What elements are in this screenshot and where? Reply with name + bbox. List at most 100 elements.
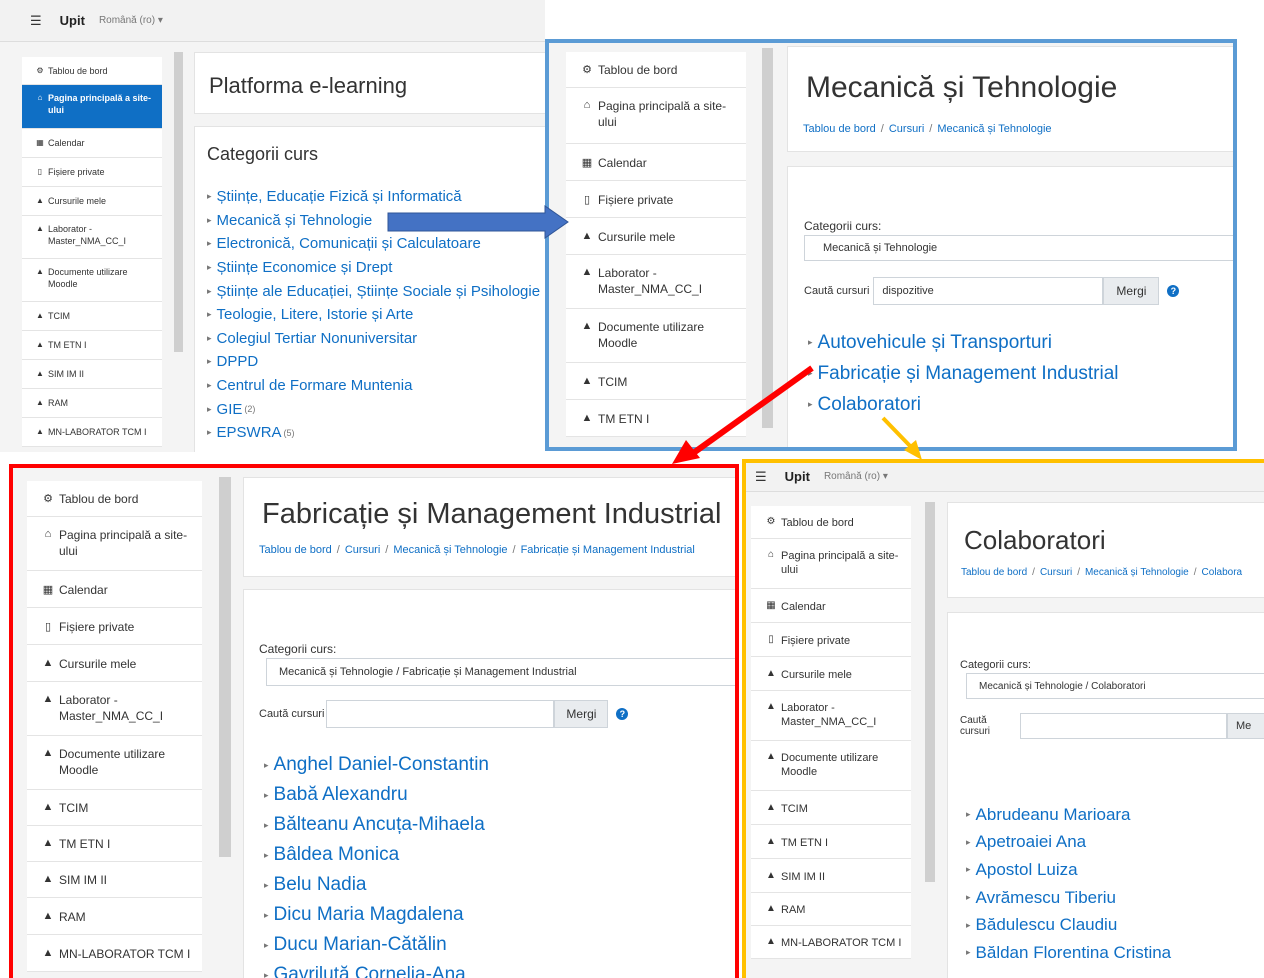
category-item[interactable]: ▸ DPPD	[207, 350, 542, 374]
sidebar-item[interactable]: ▲ Cursurile mele	[27, 645, 202, 682]
category-select[interactable]: Mecanică și Tehnologie / Fabricație și M…	[266, 658, 736, 686]
course-item[interactable]: ▸ Anghel Daniel-Constantin	[264, 750, 489, 780]
course-item[interactable]: ▸ Apetroaiei Ana	[966, 829, 1171, 857]
sidebar-item[interactable]: ▲ SIM IM II	[751, 859, 911, 893]
course-item-link[interactable]: Dicu Maria Magdalena	[274, 904, 464, 926]
course-item-link[interactable]: Apostol Luiza	[976, 860, 1078, 880]
category-item-link[interactable]: Mecanică și Tehnologie	[217, 212, 373, 229]
sidebar-item[interactable]: ▯ Fișiere private	[22, 158, 162, 187]
help-icon[interactable]: ?	[616, 708, 629, 720]
sidebar-item[interactable]: ▦ Calendar	[27, 571, 202, 608]
search-go-button[interactable]: Mergi	[1103, 277, 1160, 305]
subcategory-item-link[interactable]: Autovehicule și Transporturi	[818, 332, 1052, 354]
course-item-link[interactable]: Anghel Daniel-Constantin	[274, 754, 489, 776]
sidebar-item[interactable]: ▲ Laborator - Master_NMA_CC_I	[751, 691, 911, 741]
brand[interactable]: Upit	[60, 13, 85, 28]
hamburger-icon[interactable]: ☰	[30, 13, 42, 29]
sidebar-item[interactable]: ⚙ Tablou de bord	[27, 481, 202, 517]
breadcrumb-link[interactable]: Tablou de bord	[961, 567, 1027, 578]
sidebar-item[interactable]: ▦ Calendar	[751, 589, 911, 623]
sidebar-item[interactable]: ▯ Fișiere private	[751, 623, 911, 657]
sidebar-item[interactable]: ▲ TM ETN I	[751, 825, 911, 859]
sidebar-item[interactable]: ▲ TM ETN I	[566, 400, 746, 437]
category-item[interactable]: ▸ Științe Economice și Drept	[207, 256, 542, 280]
course-item[interactable]: ▸ Băldan Florentina Cristina	[966, 939, 1171, 967]
course-item[interactable]: ▸ Dicu Maria Magdalena	[264, 900, 489, 930]
breadcrumb-link[interactable]: Mecanică și Tehnologie	[393, 544, 507, 556]
course-item[interactable]: ▸ Bălteanu Ancuța-Mihaela	[264, 810, 489, 840]
course-item-link[interactable]: Gavriluță Cornelia-Ana	[274, 964, 466, 978]
category-item[interactable]: ▸ Teologie, Litere, Istorie și Arte	[207, 303, 542, 327]
sidebar-item[interactable]: ▯ Fișiere private	[566, 181, 746, 218]
language-menu[interactable]: Română (ro) ▾	[99, 15, 163, 26]
sidebar-item[interactable]: ▲ TCIM	[22, 302, 162, 331]
category-select[interactable]: Mecanică și Tehnologie / Colaboratori	[966, 673, 1264, 699]
course-item-link[interactable]: Ducu Marian-Cătălin	[274, 934, 447, 956]
category-item[interactable]: ▸ Științe, Educație Fizică și Informatică	[207, 185, 542, 209]
category-item-link[interactable]: Științe, Educație Fizică și Informatică	[217, 188, 462, 205]
course-item[interactable]: ▸ Babă Alexandru	[264, 780, 489, 810]
breadcrumb-link[interactable]: Mecanică și Tehnologie	[1085, 567, 1189, 578]
course-item-link[interactable]: Băldan Florentina Cristina	[976, 943, 1172, 963]
course-item-link[interactable]: Apetroaiei Ana	[976, 832, 1087, 852]
course-item-link[interactable]: Belu Nadia	[274, 874, 367, 896]
sidebar-item[interactable]: ⚙ Tablou de bord	[566, 52, 746, 88]
subcategory-item[interactable]: ▸ Colaboratori	[808, 389, 1119, 420]
sidebar-item[interactable]: ▲ SIM IM II	[27, 862, 202, 898]
sidebar-item[interactable]: ⚙ Tablou de bord	[751, 506, 911, 539]
sidebar-item[interactable]: ▲ RAM	[751, 893, 911, 926]
category-item-link[interactable]: Centrul de Formare Muntenia	[217, 377, 413, 394]
sidebar-item[interactable]: ▲ Laborator - Master_NMA_CC_I	[27, 682, 202, 736]
subcategory-item-link[interactable]: Fabricație și Management Industrial	[818, 363, 1119, 385]
breadcrumb-link[interactable]: Tablou de bord	[803, 123, 876, 135]
category-item-link[interactable]: Electronică, Comunicații și Calculatoare	[217, 235, 481, 252]
category-item[interactable]: ▸ Mecanică și Tehnologie	[207, 209, 542, 233]
category-item[interactable]: ▸ GIE (2)	[207, 397, 542, 421]
category-item-link[interactable]: Științe Economice și Drept	[217, 259, 393, 276]
course-item-link[interactable]: Bălteanu Ancuța-Mihaela	[274, 814, 485, 836]
sidebar-item[interactable]: ▲ Documente utilizare Moodle	[22, 259, 162, 302]
sidebar-item[interactable]: ▲ MN-LABORATOR TCM I	[22, 418, 162, 447]
category-item[interactable]: ▸ Centrul de Formare Muntenia	[207, 374, 542, 398]
sidebar-item[interactable]: ▦ Calendar	[22, 129, 162, 158]
category-item[interactable]: ▸ Științe ale Educației, Științe Sociale …	[207, 279, 542, 303]
search-input[interactable]: dispozitive	[873, 277, 1104, 305]
category-item-link[interactable]: GIE	[217, 401, 243, 418]
subcategory-item[interactable]: ▸ Autovehicule și Transporturi	[808, 327, 1119, 358]
course-item[interactable]: ▸ Bâldea Monica	[264, 840, 489, 870]
help-icon[interactable]: ?	[1167, 285, 1180, 297]
category-item-link[interactable]: DPPD	[217, 353, 259, 370]
search-go-button[interactable]: Mergi	[554, 700, 609, 728]
subcategory-item[interactable]: ▸ Fabricație și Management Industrial	[808, 358, 1119, 389]
category-item[interactable]: ▸ Electronică, Comunicații și Calculatoar…	[207, 232, 542, 256]
search-go-button[interactable]: Me	[1226, 713, 1264, 739]
breadcrumb-link[interactable]: Cursuri	[1040, 567, 1072, 578]
sidebar-item[interactable]: ▲ TCIM	[751, 791, 911, 825]
breadcrumb-link[interactable]: Tablou de bord	[259, 544, 332, 556]
course-item-link[interactable]: Abrudeanu Marioara	[976, 805, 1131, 825]
sidebar-item[interactable]: ▲ MN-LABORATOR TCM I	[27, 935, 202, 972]
sidebar-item[interactable]: ⌂ Pagina principală a site-ului	[27, 517, 202, 571]
category-select[interactable]: Mecanică și Tehnologie	[804, 235, 1234, 261]
scrollbar[interactable]	[174, 52, 183, 352]
category-item-link[interactable]: Colegiul Tertiar Nonuniversitar	[217, 330, 418, 347]
category-item-link[interactable]: Științe ale Educației, Științe Sociale ș…	[217, 283, 541, 300]
search-input[interactable]	[326, 700, 555, 728]
category-item-link[interactable]: EPSWRA	[217, 424, 282, 441]
sidebar-item[interactable]: ▲ RAM	[27, 898, 202, 935]
category-item-link[interactable]: Teologie, Litere, Istorie și Arte	[217, 306, 414, 323]
sidebar-item[interactable]: ▲ Documente utilizare Moodle	[751, 741, 911, 791]
course-item[interactable]: ▸ Gavriluță Cornelia-Ana	[264, 960, 489, 978]
scrollbar[interactable]	[219, 477, 231, 857]
course-item-link[interactable]: Bădulescu Claudiu	[976, 915, 1118, 935]
breadcrumb-link[interactable]: Colabora	[1202, 567, 1243, 578]
course-item[interactable]: ▸ Apostol Luiza	[966, 856, 1171, 884]
sidebar-item[interactable]: ▲ Documente utilizare Moodle	[27, 736, 202, 790]
sidebar-item[interactable]: ▲ TCIM	[27, 790, 202, 826]
hamburger-icon[interactable]: ☰	[755, 469, 767, 485]
sidebar-item[interactable]: ▯ Fișiere private	[27, 608, 202, 645]
breadcrumb-link[interactable]: Cursuri	[345, 544, 380, 556]
scrollbar[interactable]	[762, 48, 773, 428]
course-item[interactable]: ▸ Bădulescu Claudiu	[966, 911, 1171, 939]
language-menu[interactable]: Română (ro) ▾	[824, 471, 888, 482]
